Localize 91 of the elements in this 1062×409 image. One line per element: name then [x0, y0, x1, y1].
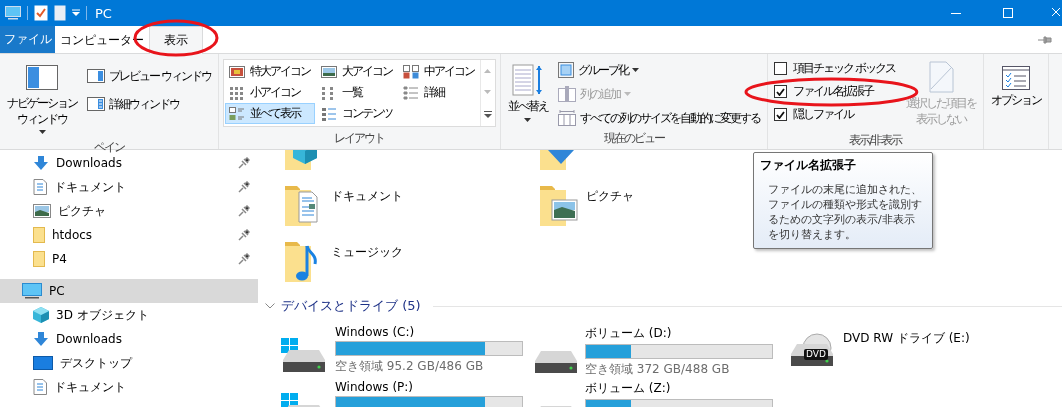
layout-option[interactable]: 小アイコン — [224, 82, 315, 103]
checkbox[interactable] — [773, 85, 787, 98]
document-icon — [33, 179, 47, 195]
picture-icon — [33, 204, 51, 218]
small-grid-icon — [228, 85, 245, 100]
group-by-button[interactable]: グループ化 — [554, 59, 763, 81]
blank-document-icon — [54, 5, 66, 21]
scroll-up-icon — [484, 68, 492, 73]
nav-item[interactable]: ドキュメント — [0, 375, 258, 399]
dvd-label: DVD — [804, 349, 828, 360]
drive-name[interactable]: ボリューム (Z:) — [585, 380, 773, 397]
group-icon — [557, 62, 574, 78]
folder-label[interactable]: ドキュメント — [331, 188, 403, 205]
hard-drive-icon — [533, 350, 579, 374]
group-label: 現在のビュー — [602, 130, 666, 147]
caret-icon — [631, 68, 639, 72]
resize-columns-button[interactable]: すべての列のサイズを自動的に変更する — [554, 107, 763, 129]
group-label: 表示/非表示 — [848, 132, 903, 150]
page-icon — [926, 61, 955, 93]
nav-item[interactable]: P4 — [0, 247, 258, 271]
document-icon — [33, 379, 47, 395]
nav-item[interactable]: ピクチャ — [0, 199, 258, 223]
folder-label[interactable]: ピクチャ — [586, 188, 634, 205]
layout-option[interactable]: 大アイコン — [316, 61, 397, 82]
nav-item[interactable]: htdocs — [0, 223, 258, 247]
picture-icon — [320, 64, 337, 79]
options-button[interactable]: オプション — [987, 57, 1044, 149]
caret-icon — [38, 130, 46, 135]
ribbon-tab[interactable]: 表示 — [149, 26, 203, 54]
pin-icon — [1038, 35, 1052, 44]
layout-option[interactable]: 特大アイコン — [224, 61, 315, 82]
layout-option[interactable]: 一覧 — [316, 82, 397, 103]
nav-item[interactable]: Downloads — [0, 327, 258, 351]
drive-name[interactable]: Windows (C:) — [335, 325, 523, 339]
monitor-icon — [22, 283, 42, 299]
folder-icon — [33, 227, 45, 243]
preview-pane-icon — [87, 69, 105, 83]
check-icon — [775, 87, 785, 96]
drive-name[interactable]: DVD RW ドライブ (E:) — [843, 330, 970, 347]
options-icon — [1001, 66, 1030, 90]
check-icon — [775, 110, 785, 119]
layout-option[interactable]: コンテンツ — [316, 103, 397, 124]
folder-label[interactable]: ミュージック — [331, 244, 403, 261]
preview-pane-button[interactable]: プレビュー ウィンドウ — [84, 65, 214, 87]
tiles-icon — [228, 106, 245, 121]
window-title: PC — [95, 5, 112, 21]
more-icon — [483, 110, 492, 118]
content-icon — [320, 106, 337, 121]
layout-option[interactable]: 並べて表示 — [224, 103, 315, 124]
down-arrow-icon — [33, 331, 49, 347]
file-menu-tab[interactable]: ファイル — [0, 26, 55, 53]
checkbox[interactable] — [773, 62, 787, 75]
drive-name[interactable]: Windows (P:) — [335, 380, 523, 394]
resize-columns-icon — [557, 110, 576, 126]
free-space-text: 空き領域 95.2 GB/486 GB — [335, 358, 485, 375]
caret-icon — [524, 117, 532, 122]
down-arrow-icon — [33, 155, 49, 171]
checked-document-icon — [34, 5, 48, 21]
folder-icon — [33, 251, 45, 267]
free-space-text: 空き領域 372 GB/488 GB — [585, 361, 731, 378]
sort-button[interactable]: 並べ替え — [504, 57, 551, 129]
nav-item[interactable]: 3D オブジェクト — [0, 303, 258, 327]
group-label: レイアウト — [333, 130, 386, 147]
nav-item[interactable]: PC — [0, 279, 258, 303]
tooltip-text: ファイルの末尾に追加された、ファイルの種類や形式を識別するための文字列の表示/非表示を切り替えます。 — [768, 182, 923, 242]
close-icon — [1052, 8, 1060, 18]
dropdown-caret-icon — [72, 9, 80, 17]
details-icon — [402, 85, 419, 100]
layout-option[interactable]: 詳細 — [398, 82, 479, 103]
maximize-icon — [1003, 8, 1013, 18]
desktop-icon — [33, 356, 53, 370]
layout-option[interactable]: 中アイコン — [398, 61, 479, 82]
details-pane-icon — [87, 97, 105, 111]
nav-item[interactable]: ドキュメント — [0, 175, 258, 199]
scroll-down-icon — [484, 89, 492, 94]
navigation-pane-button[interactable]: ナビゲーション ウィンドウ — [4, 57, 80, 139]
monitor-icon — [5, 6, 21, 20]
drive-name[interactable]: ボリューム (D:) — [585, 325, 773, 342]
grid-icon — [402, 64, 419, 79]
checkbox-option[interactable]: 項目チェック ボックス — [771, 57, 897, 80]
checkbox[interactable] — [773, 108, 787, 121]
tooltip-title: ファイル名拡張子 — [760, 157, 857, 174]
section-header[interactable]: デバイスとドライブ (5) — [281, 297, 421, 315]
nav-item[interactable]: デスクトップ — [0, 351, 258, 375]
add-column-icon — [557, 86, 576, 102]
checkbox-option[interactable]: 隠しファイル — [771, 103, 897, 126]
large-picture-icon — [228, 64, 245, 79]
table-sort-icon — [511, 64, 544, 96]
details-pane-button[interactable]: 詳細ウィンドウ — [84, 93, 214, 115]
cube-icon — [33, 307, 49, 323]
caret-icon — [623, 92, 631, 96]
